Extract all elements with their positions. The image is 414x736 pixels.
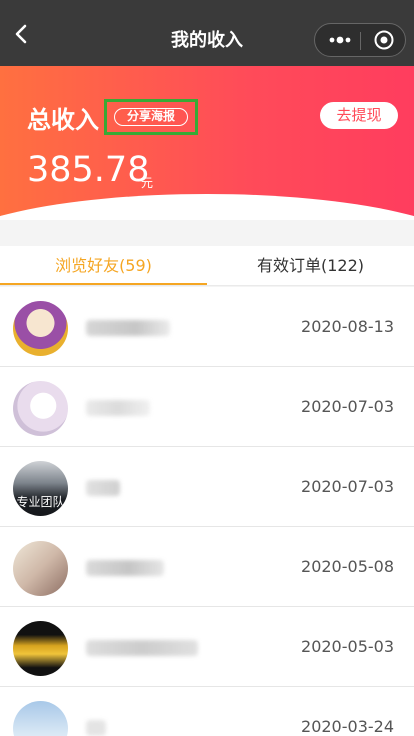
blurred-name	[86, 560, 164, 576]
avatar	[13, 541, 68, 596]
tab-valid-orders[interactable]: 有效订单(122)	[207, 246, 414, 286]
list-item[interactable]: 2020-08-13	[0, 287, 414, 367]
avatar	[13, 381, 68, 436]
avatar	[13, 701, 68, 736]
record-circle-icon[interactable]	[365, 24, 403, 56]
chevron-left-icon[interactable]	[10, 22, 34, 46]
mini-program-capsule	[314, 23, 406, 57]
share-highlight-frame: 分享海报	[104, 99, 198, 135]
share-poster-button[interactable]: 分享海报	[114, 108, 188, 126]
visit-date: 2020-08-13	[301, 317, 394, 336]
withdraw-button[interactable]: 去提现	[320, 102, 398, 129]
list-item[interactable]: 2020-05-03	[0, 607, 414, 687]
blurred-name	[86, 720, 106, 736]
visit-date: 2020-05-03	[301, 637, 394, 656]
avatar	[13, 621, 68, 676]
visit-date: 2020-07-03	[301, 477, 394, 496]
income-header: 总收入 分享海报 去提现 385.78 元	[0, 66, 414, 220]
list-item[interactable]: 2020-07-03	[0, 367, 414, 447]
navigation-bar: 我的收入	[0, 0, 414, 66]
visit-date: 2020-05-08	[301, 557, 394, 576]
total-income-label: 总收入	[27, 106, 99, 134]
list-item[interactable]: 2020-03-24	[0, 687, 414, 736]
list-item[interactable]: 专业团队 2020-07-03	[0, 447, 414, 527]
more-dots-icon[interactable]	[323, 24, 357, 56]
blurred-name	[86, 640, 198, 656]
tab-browsing-friends[interactable]: 浏览好友(59)	[0, 246, 207, 286]
tab-bar: 浏览好友(59) 有效订单(122)	[0, 246, 414, 286]
amount-unit: 元	[141, 176, 154, 190]
avatar: 专业团队	[13, 461, 68, 516]
visit-date: 2020-03-24	[301, 717, 394, 736]
list-item[interactable]: 2020-05-08	[0, 527, 414, 607]
total-amount: 385.78	[27, 150, 150, 190]
active-tab-indicator	[0, 283, 207, 285]
blurred-name	[86, 320, 170, 336]
visit-date: 2020-07-03	[301, 397, 394, 416]
blurred-name	[86, 480, 120, 496]
avatar	[13, 301, 68, 356]
friends-list: 2020-08-13 2020-07-03 专业团队 2020-07-03 20…	[0, 287, 414, 736]
capsule-divider	[360, 32, 361, 50]
header-curve	[0, 194, 414, 220]
avatar-caption: 专业团队	[16, 495, 65, 509]
blurred-name	[86, 400, 150, 416]
